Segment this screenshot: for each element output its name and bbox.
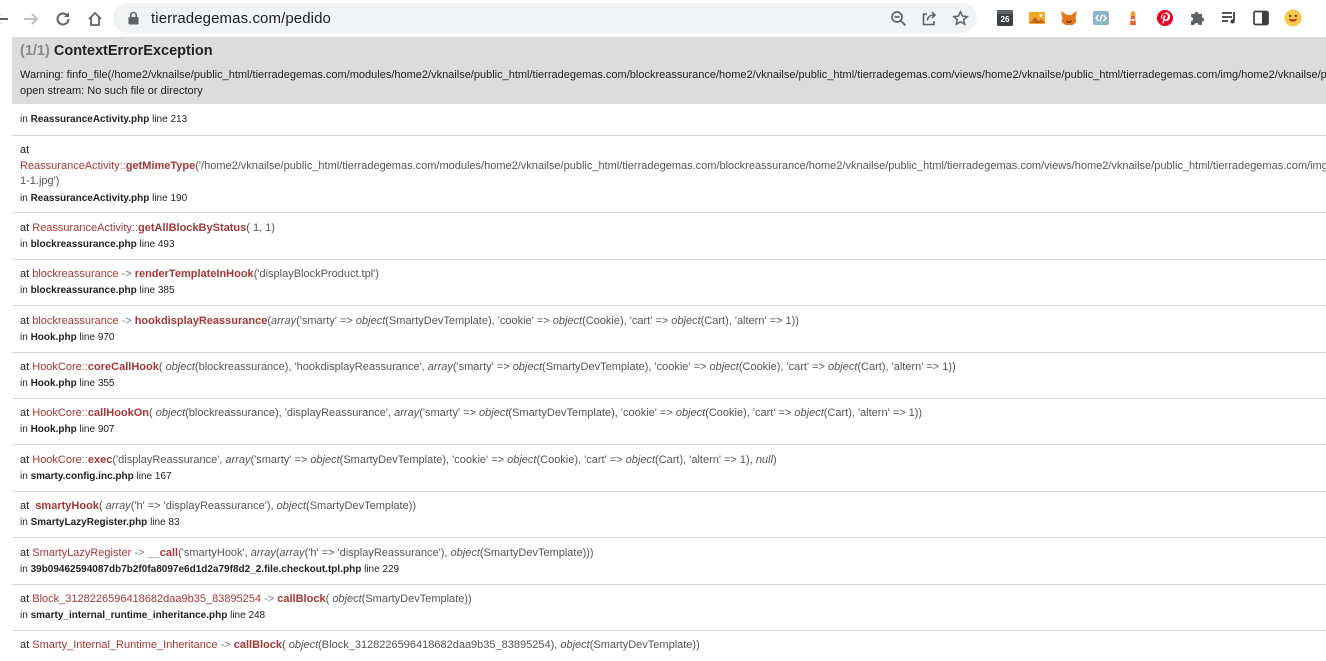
back-button[interactable] <box>0 4 12 34</box>
url-text[interactable]: tierradegemas.com/pedido <box>151 10 331 27</box>
zoom-icon[interactable] <box>890 10 907 27</box>
address-bar[interactable]: tierradegemas.com/pedido <box>113 3 977 33</box>
stack-trace: in ReassuranceActivity.php line 213 at R… <box>12 104 1326 661</box>
trace-entry: at Smarty_Internal_Runtime_Inheritance -… <box>12 631 1326 661</box>
image-extension-icon[interactable] <box>1021 3 1053 33</box>
trace-file: ReassuranceActivity.php <box>30 193 150 204</box>
reading-list-icon[interactable] <box>1213 3 1245 33</box>
trace-call: at blockreassurance -> renderTemplateInH… <box>20 268 379 280</box>
forward-button[interactable] <box>16 4 46 34</box>
trace-call: at HookCore::callHookOn( object(blockrea… <box>20 407 923 419</box>
trace-location: in smarty_internal_runtime_inheritance.p… <box>20 610 266 621</box>
omnibox-actions <box>890 3 969 33</box>
trace-call: at HookCore::exec('displayReassurance', … <box>20 454 777 466</box>
trace-call: at blockreassurance -> hookdisplayReassu… <box>20 315 799 327</box>
calendar-badge: 26 <box>1000 15 1010 24</box>
trace-call: at ReassuranceActivity::getAllBlockBySta… <box>20 222 275 234</box>
browser-toolbar: tierradegemas.com/pedido 26 <box>0 0 1326 37</box>
trace-file: ReassuranceActivity.php <box>30 114 150 125</box>
trace-call: at SmartyLazyRegister -> __call('smartyH… <box>20 547 594 559</box>
trace-location: in smarty.config.inc.php line 167 <box>20 471 172 482</box>
trace-location: in ReassuranceActivity.php line 190 <box>20 193 188 204</box>
trace-entry: at blockreassurance -> hookdisplayReassu… <box>12 306 1326 353</box>
calendar-26-icon[interactable]: 26 <box>989 3 1021 33</box>
profile-avatar[interactable] <box>1277 3 1309 33</box>
trace-location: in ReassuranceActivity.php line 213 <box>20 114 188 125</box>
trace-call-prefix: at <box>20 144 30 156</box>
trace-call: at HookCore::coreCallHook( object(blockr… <box>20 361 956 373</box>
home-button[interactable] <box>80 4 110 34</box>
error-header: (1/1) ContextErrorException Warning: fin… <box>12 37 1326 104</box>
error-count: (1/1) <box>20 43 50 59</box>
trace-function: getMimeType <box>125 160 196 172</box>
metamask-fox-icon[interactable] <box>1053 3 1085 33</box>
share-icon[interactable] <box>921 10 938 27</box>
trace-call: at Smarty_Internal_Runtime_Inheritance -… <box>20 639 700 651</box>
trace-entry: at HookCore::exec('displayReassurance', … <box>12 445 1326 492</box>
forward-arrow-icon <box>24 12 39 25</box>
reload-icon <box>56 11 70 25</box>
trace-location: in Hook.php line 907 <box>20 424 115 435</box>
home-icon <box>88 11 102 26</box>
trace-location: in Hook.php line 355 <box>20 378 115 389</box>
error-message-line-2: open stream: No such file or directory <box>20 85 203 97</box>
trace-entry: at smartyHook( array('h' => 'displayReas… <box>12 492 1326 538</box>
trace-line: line 213 <box>152 114 188 125</box>
trace-call: ReassuranceActivity::getMimeType('/home2… <box>20 159 1326 174</box>
pinterest-icon[interactable] <box>1149 3 1181 33</box>
trace-args-continued: 1-1.jpg') <box>20 175 60 187</box>
lock-icon[interactable] <box>127 11 140 25</box>
trace-location: in blockreassurance.php line 385 <box>20 285 175 296</box>
trace-location: in 39b09462594087db7b2f0fa8097e6d1d2a79f… <box>20 564 400 575</box>
trace-location: in blockreassurance.php line 493 <box>20 239 175 250</box>
back-arrow-icon <box>0 13 8 24</box>
trace-entry: at blockreassurance -> renderTemplateInH… <box>12 260 1326 306</box>
trace-entry: at ReassuranceActivity::getAllBlockBySta… <box>12 213 1326 260</box>
error-message: Warning: finfo_file(/home2/vknailse/publ… <box>20 67 1326 99</box>
side-panel-icon[interactable] <box>1245 3 1277 33</box>
trace-args: ('/home2/vknailse/public_html/tierradege… <box>195 160 1326 172</box>
trace-line: line 190 <box>152 193 188 204</box>
extensions-bar: 26 <box>989 3 1309 33</box>
trace-entry: in ReassuranceActivity.php line 213 <box>12 104 1326 136</box>
trace-location: in Hook.php line 970 <box>20 332 115 343</box>
trace-call: at Block_3128226596418682daa9b35_8389525… <box>20 593 472 605</box>
trace-entry: at HookCore::coreCallHook( object(blockr… <box>12 353 1326 399</box>
bookmark-star-icon[interactable] <box>952 9 969 27</box>
tower-extension-icon[interactable] <box>1117 3 1149 33</box>
puzzle-extensions-icon[interactable] <box>1181 3 1213 33</box>
trace-location: in SmartyLazyRegister.php line 83 <box>20 517 180 528</box>
trace-call: at smartyHook( array('h' => 'displayReas… <box>20 500 417 512</box>
trace-entry: at Block_3128226596418682daa9b35_8389525… <box>12 585 1326 631</box>
error-title: (1/1) ContextErrorException <box>20 43 1326 60</box>
reload-button[interactable] <box>48 4 78 34</box>
trace-entry: at ReassuranceActivity::getMimeType('/ho… <box>12 136 1326 213</box>
trace-entry: at HookCore::callHookOn( object(blockrea… <box>12 399 1326 445</box>
trace-entry: at SmartyLazyRegister -> __call('smartyH… <box>12 538 1326 585</box>
error-message-line-1: Warning: finfo_file(/home2/vknailse/publ… <box>20 69 1326 81</box>
code-view-icon[interactable] <box>1085 3 1117 33</box>
exception-name: ContextErrorException <box>53 43 213 59</box>
trace-class: ReassuranceActivity <box>20 160 120 172</box>
